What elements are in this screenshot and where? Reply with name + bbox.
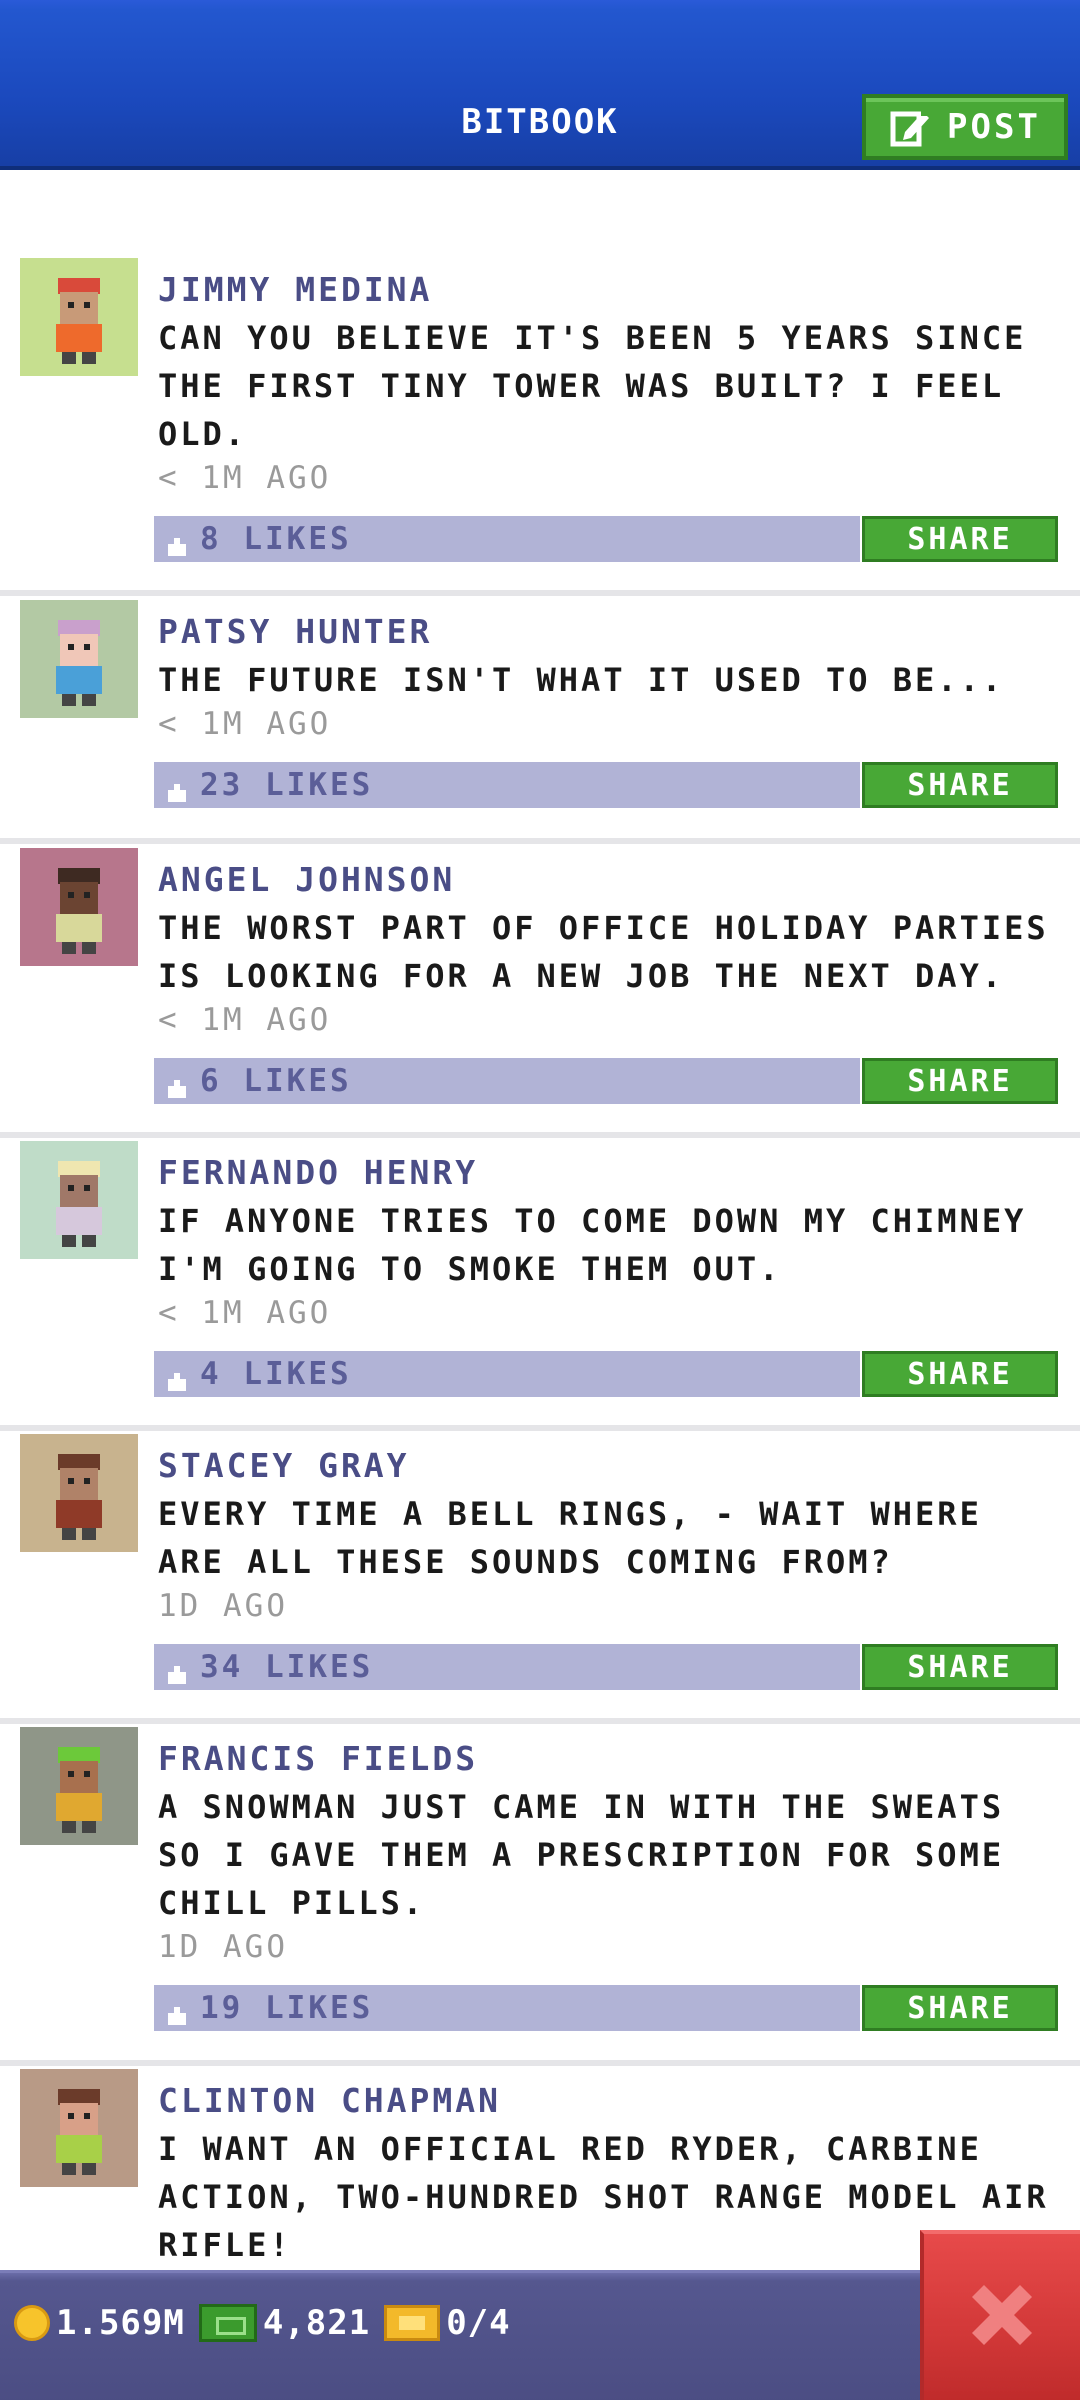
thumbs-up-icon bbox=[166, 1072, 188, 1098]
close-button[interactable] bbox=[920, 2230, 1080, 2400]
post-timestamp: < 1M AGO bbox=[158, 1295, 332, 1331]
coins-value: 1.569M bbox=[56, 2303, 185, 2343]
post-text: THE WORST PART OF OFFICE HOLIDAY PARTIES… bbox=[158, 909, 1049, 995]
likes-count: 4 LIKES bbox=[200, 1356, 352, 1392]
likes-bar[interactable]: 34 LIKES bbox=[154, 1644, 860, 1690]
compose-icon bbox=[889, 106, 931, 148]
avatar[interactable] bbox=[20, 2069, 138, 2187]
post-timestamp: < 1M AGO bbox=[158, 1002, 332, 1038]
thumbs-up-icon bbox=[166, 1999, 188, 2025]
share-button[interactable]: SHARE bbox=[862, 1644, 1058, 1690]
thumbs-up-icon bbox=[166, 1658, 188, 1684]
post-divider bbox=[0, 2060, 1080, 2066]
avatar[interactable] bbox=[20, 1434, 138, 1552]
header-bar: BITBOOK POST bbox=[0, 0, 1080, 170]
post-author[interactable]: STACEY GRAY bbox=[158, 1446, 410, 1485]
thumbs-up-icon bbox=[166, 1365, 188, 1391]
post-text: A SNOWMAN JUST CAME IN WITH THE SWEATS S… bbox=[158, 1788, 1005, 1922]
avatar[interactable] bbox=[20, 1727, 138, 1845]
likes-count: 23 LIKES bbox=[200, 767, 374, 803]
post-text: EVERY TIME A BELL RINGS, - WAIT WHERE AR… bbox=[158, 1495, 982, 1581]
avatar[interactable] bbox=[20, 848, 138, 966]
bux-stat: 4,821 bbox=[198, 2303, 371, 2343]
avatar[interactable] bbox=[20, 1141, 138, 1259]
share-button[interactable]: SHARE bbox=[862, 762, 1058, 808]
post-divider bbox=[0, 1132, 1080, 1138]
likes-count: 8 LIKES bbox=[200, 521, 352, 557]
share-button[interactable]: SHARE bbox=[862, 516, 1058, 562]
post-divider bbox=[0, 838, 1080, 844]
likes-count: 34 LIKES bbox=[200, 1649, 374, 1685]
post-text: CAN YOU BELIEVE IT'S BEEN 5 YEARS SINCE … bbox=[158, 319, 1027, 453]
post-timestamp: 1D AGO bbox=[158, 1588, 288, 1624]
post-text: IF ANYONE TRIES TO COME DOWN MY CHIMNEY … bbox=[158, 1202, 1027, 1288]
post-author[interactable]: CLINTON CHAPMAN bbox=[158, 2081, 501, 2120]
ticket-icon bbox=[384, 2305, 441, 2341]
resource-bar: 1.569M 4,821 0/4 bbox=[0, 2270, 920, 2400]
thumbs-up-icon bbox=[166, 776, 188, 802]
share-button[interactable]: SHARE bbox=[862, 1985, 1058, 2031]
post-timestamp: < 1M AGO bbox=[158, 706, 332, 742]
tickets-stat: 0/4 bbox=[384, 2303, 510, 2343]
tickets-value: 0/4 bbox=[446, 2303, 511, 2343]
post-author[interactable]: ANGEL JOHNSON bbox=[158, 860, 455, 899]
post-divider bbox=[0, 590, 1080, 596]
avatar[interactable] bbox=[20, 600, 138, 718]
close-icon bbox=[962, 2275, 1042, 2359]
bux-icon bbox=[198, 2304, 257, 2342]
bux-value: 4,821 bbox=[262, 2303, 371, 2343]
post-button-label: POST bbox=[947, 107, 1041, 147]
post-timestamp: < 1M AGO bbox=[158, 460, 332, 496]
feed-list[interactable]: JIMMY MEDINA CAN YOU BELIEVE IT'S BEEN 5 … bbox=[0, 170, 1080, 2270]
likes-count: 6 LIKES bbox=[200, 1063, 352, 1099]
coins-stat: 1.569M bbox=[14, 2303, 185, 2343]
likes-count: 19 LIKES bbox=[200, 1990, 374, 2026]
post-author[interactable]: JIMMY MEDINA bbox=[158, 270, 432, 309]
share-button[interactable]: SHARE bbox=[862, 1058, 1058, 1104]
post-text: THE FUTURE ISN'T WHAT IT USED TO BE... bbox=[158, 661, 1005, 699]
likes-bar[interactable]: 6 LIKES bbox=[154, 1058, 860, 1104]
post-author[interactable]: FRANCIS FIELDS bbox=[158, 1739, 478, 1778]
post-timestamp: 1D AGO bbox=[158, 1929, 288, 1965]
likes-bar[interactable]: 8 LIKES bbox=[154, 516, 860, 562]
likes-bar[interactable]: 23 LIKES bbox=[154, 762, 860, 808]
avatar[interactable] bbox=[20, 258, 138, 376]
likes-bar[interactable]: 19 LIKES bbox=[154, 1985, 860, 2031]
post-author[interactable]: PATSY HUNTER bbox=[158, 612, 432, 651]
post-button[interactable]: POST bbox=[862, 94, 1068, 160]
post-author[interactable]: FERNANDO HENRY bbox=[158, 1153, 478, 1192]
coin-icon bbox=[14, 2305, 50, 2341]
likes-bar[interactable]: 4 LIKES bbox=[154, 1351, 860, 1397]
thumbs-up-icon bbox=[166, 530, 188, 556]
post-divider bbox=[0, 1718, 1080, 1724]
post-divider bbox=[0, 1425, 1080, 1431]
share-button[interactable]: SHARE bbox=[862, 1351, 1058, 1397]
